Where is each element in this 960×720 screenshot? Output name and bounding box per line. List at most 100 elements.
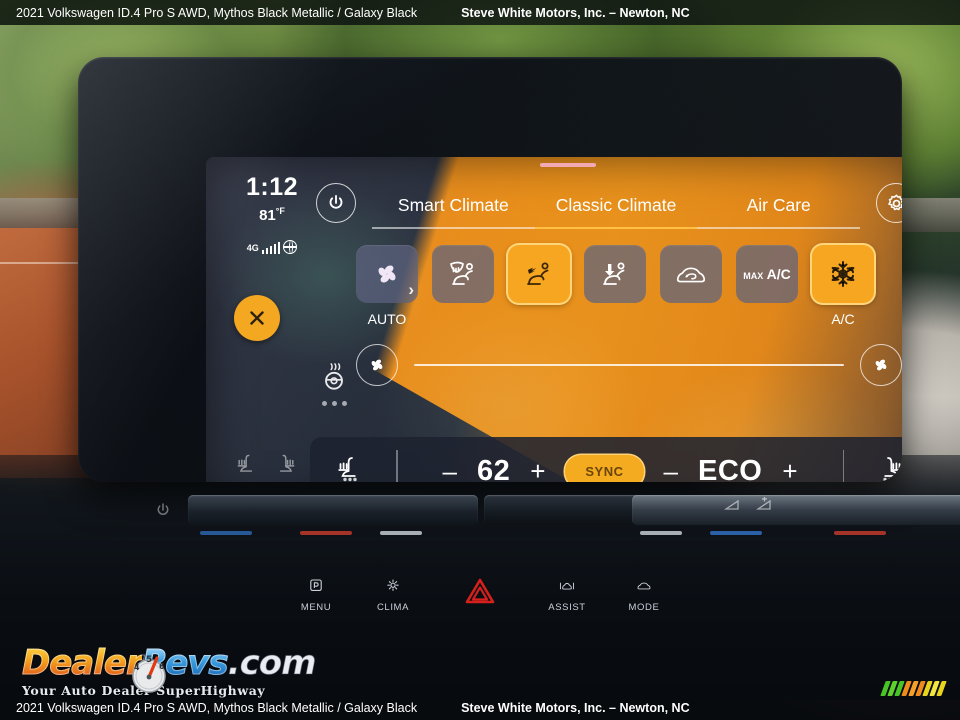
- logo-dotcom: .com: [227, 643, 317, 683]
- touch-slider-strip: [92, 487, 960, 535]
- fan-speed-track[interactable]: [414, 363, 844, 367]
- eco-decrease-button[interactable]: –: [664, 458, 678, 482]
- fan-decrease-icon: [371, 359, 383, 371]
- climate-tabs: Smart Climate Classic Climate Air Care: [356, 177, 876, 229]
- passenger-seat-heater-button[interactable]: [852, 454, 902, 483]
- eco-increase-button[interactable]: +: [782, 458, 797, 482]
- max-ac-label: MAX A/C: [743, 266, 791, 282]
- steering-wheel-heat-icon: [325, 363, 343, 390]
- park-menu-icon: [310, 579, 322, 591]
- signal-bars-icon: [261, 242, 281, 254]
- seat-heater-icon: [338, 456, 357, 481]
- ghost-temp: 62: [231, 480, 251, 482]
- auto-label: AUTO: [367, 311, 407, 327]
- ghost-values: 62 ECO: [222, 480, 310, 482]
- driver-seat-heater-button[interactable]: [310, 454, 388, 483]
- clima-button[interactable]: CLIMA: [357, 578, 429, 615]
- heat-indicator-left: [300, 531, 352, 535]
- dealer-bar-top: 2021 Volkswagen ID.4 Pro S AWD, Mythos B…: [0, 0, 960, 25]
- settings-button[interactable]: [876, 183, 902, 223]
- temperature-and-eco-controls: – 62 + SYNC – ECO +: [406, 454, 835, 483]
- neutral-indicator-right: [640, 531, 682, 535]
- close-button[interactable]: [234, 295, 280, 341]
- climate-mode-buttons: › AUTO MAX A/C A/C: [356, 245, 902, 327]
- clima-label: CLIMA: [376, 602, 410, 613]
- fan-increase-icon: [875, 359, 887, 371]
- tab-classic-climate[interactable]: Classic Climate: [534, 195, 698, 229]
- mode-button[interactable]: MODE: [608, 578, 680, 615]
- drag-handle-pill[interactable]: [540, 163, 596, 167]
- air-recirculation-car-icon: [676, 267, 706, 283]
- heat-indicator-right: [834, 531, 886, 535]
- steering-wheel-heat-indicator[interactable]: [306, 362, 362, 406]
- mode-floor-vent: [584, 245, 646, 303]
- cool-indicator-right: [710, 531, 762, 535]
- tab-smart-climate[interactable]: Smart Climate: [372, 195, 535, 229]
- close-icon: [250, 311, 264, 325]
- ac-button[interactable]: [812, 245, 874, 303]
- cool-indicator-left: [200, 531, 252, 535]
- auto-fan-button[interactable]: ›: [356, 245, 418, 303]
- outside-temp-value: 81: [259, 207, 276, 224]
- corner-stripe-mark: [880, 681, 947, 696]
- windshield-defrost-seat-icon: [450, 261, 473, 285]
- hazard-button[interactable]: [434, 578, 526, 604]
- mode-label: MODE: [628, 602, 660, 613]
- speedometer-gauge-icon: 4 5 6: [132, 655, 166, 693]
- globe-icon: [282, 239, 298, 254]
- top-navigation: Smart Climate Classic Climate Air Care: [316, 175, 902, 231]
- fan-decrease-button[interactable]: [356, 344, 398, 386]
- dealer-name-top: Steve White Motors, Inc. – Newton, NC: [461, 5, 690, 20]
- bar-divider-right: [842, 450, 844, 482]
- infotainment-unit: 1:12 81°F 4G Smart Climate Classic Clima…: [78, 57, 902, 482]
- outside-temperature: 81°F: [224, 206, 320, 224]
- vehicle-description-top: 2021 Volkswagen ID.4 Pro S AWD, Mythos B…: [16, 5, 418, 20]
- screenshot-root: 1:12 81°F 4G Smart Climate Classic Clima…: [0, 0, 960, 720]
- menu-button[interactable]: MENU: [280, 578, 352, 615]
- svg-text:4: 4: [134, 663, 140, 672]
- assist-button[interactable]: ASSIST: [531, 578, 603, 615]
- power-button[interactable]: [316, 183, 356, 223]
- floor-vent-seat-icon: [603, 262, 625, 285]
- fan-speed-slider-row: [356, 339, 902, 391]
- face-vent-button[interactable]: [508, 245, 570, 303]
- volume-markers: [722, 496, 782, 516]
- heat-level-dots: [306, 401, 362, 406]
- max-prefix: MAX: [743, 271, 764, 281]
- seat-heater-icon: [883, 456, 902, 481]
- mode-max-ac: MAX A/C: [736, 245, 798, 303]
- mode-car-icon: [637, 582, 651, 590]
- fan-blades-icon: [378, 265, 396, 283]
- climate-bottom-bar: – 62 + SYNC – ECO +: [310, 437, 902, 482]
- tab-air-care[interactable]: Air Care: [697, 195, 861, 229]
- temperature-value: 62: [476, 454, 511, 483]
- face-vent-seat-icon: [527, 262, 549, 285]
- mode-face-vent: [508, 245, 570, 303]
- bar-divider-left: [396, 450, 398, 482]
- air-recirculation-button[interactable]: [660, 245, 722, 303]
- temp-increase-button[interactable]: +: [530, 458, 545, 482]
- svg-text:6: 6: [159, 662, 165, 671]
- assist-label: ASSIST: [548, 602, 586, 613]
- infotainment-screen[interactable]: 1:12 81°F 4G Smart Climate Classic Clima…: [206, 157, 902, 482]
- menu-label: MENU: [300, 602, 332, 613]
- ac-label: A/C: [831, 311, 855, 327]
- gear-icon: [887, 194, 902, 210]
- snowflake-icon: [831, 261, 855, 287]
- temperature-slider-left[interactable]: [188, 495, 478, 525]
- seat-heater-icon: [279, 454, 295, 472]
- fan-increase-button[interactable]: [860, 344, 902, 386]
- ghost-mode: ECO: [273, 480, 301, 482]
- floor-vent-button[interactable]: [584, 245, 646, 303]
- climate-gear-icon: [387, 579, 399, 591]
- chevron-right-icon: ›: [408, 280, 414, 299]
- windshield-defrost-button[interactable]: [432, 245, 494, 303]
- temperature-slider-right[interactable]: [632, 495, 960, 525]
- power-icon[interactable]: [154, 501, 172, 519]
- max-ac-button[interactable]: MAX A/C: [736, 245, 798, 303]
- svg-text:5: 5: [146, 655, 152, 665]
- sync-button[interactable]: SYNC: [565, 454, 644, 482]
- clock: 1:12: [245, 173, 299, 201]
- temp-decrease-button[interactable]: –: [442, 458, 456, 482]
- ghost-seat-icons: [222, 452, 310, 478]
